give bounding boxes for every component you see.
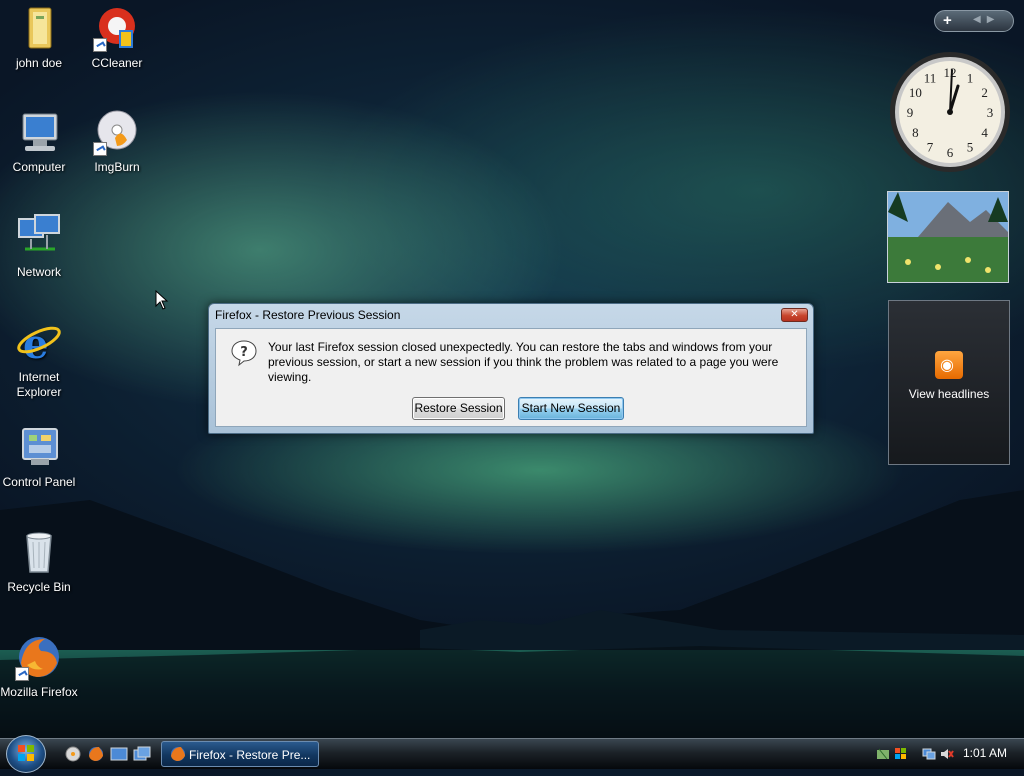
desktop-icon-label: ImgBurn: [94, 160, 140, 174]
desktop-icon-label: Control Panel: [2, 475, 76, 489]
desktop-icon-recycle-bin[interactable]: Recycle Bin: [0, 528, 78, 595]
view-headlines-label[interactable]: View headlines: [889, 387, 1009, 401]
sidebar-controls: + ◀▶: [934, 10, 1014, 32]
network-status-icon[interactable]: [922, 747, 936, 761]
clock-number: 12: [944, 65, 957, 80]
clock-number: 6: [947, 145, 954, 160]
computer-icon: [15, 108, 63, 156]
slideshow-gadget[interactable]: [887, 191, 1009, 283]
restore-session-dialog: Firefox - Restore Previous Session ✕ ? Y…: [208, 303, 814, 434]
shortcut-arrow-icon: [93, 38, 107, 52]
desktop-icon-label: Internet Explorer: [16, 370, 62, 399]
user-folder-icon: [15, 4, 63, 52]
desktop-icon-ccleaner[interactable]: CCleaner: [78, 4, 156, 71]
quicklaunch-switch-windows-icon[interactable]: [133, 745, 151, 763]
slideshow-image: [888, 192, 1008, 282]
desktop-icon-control-panel[interactable]: Control Panel: [0, 423, 78, 490]
quicklaunch-show-desktop-icon[interactable]: [110, 745, 128, 763]
desktop-icon-network[interactable]: Network: [0, 213, 78, 280]
mouse-cursor-icon: [155, 290, 169, 310]
windows-logo-icon: [18, 745, 34, 761]
start-new-session-button[interactable]: Start New Session: [518, 397, 624, 420]
desktop-icon-label: john doe: [15, 56, 63, 70]
clock-number: 11: [924, 70, 937, 85]
network-icon: [15, 213, 63, 261]
quicklaunch-media-icon[interactable]: [64, 745, 82, 763]
close-button[interactable]: ✕: [781, 308, 808, 322]
clock-number: 7: [927, 140, 934, 155]
clock-number: 1: [967, 70, 974, 85]
rss-icon: ◉: [935, 351, 963, 379]
system-tray: 1:01 AM: [870, 739, 1024, 769]
desktop-icon-firefox[interactable]: Mozilla Firefox: [0, 633, 78, 700]
dialog-titlebar[interactable]: Firefox - Restore Previous Session ✕: [209, 304, 813, 326]
imgburn-icon: [93, 108, 141, 156]
shortcut-arrow-icon: [93, 142, 107, 156]
clock-number: 8: [912, 125, 919, 140]
clock-gadget[interactable]: 12 12 3 45678 9 1011: [888, 50, 1012, 174]
desktop-icon-label: CCleaner: [91, 56, 143, 70]
clock-number: 10: [909, 85, 922, 100]
restore-session-button[interactable]: Restore Session: [412, 397, 505, 420]
security-center-icon[interactable]: [894, 747, 908, 761]
clock-number: 2: [981, 85, 988, 100]
internet-explorer-icon: e: [15, 318, 63, 368]
safely-remove-hardware-icon[interactable]: [876, 747, 890, 761]
svg-text:e: e: [23, 321, 48, 366]
taskbar-clock[interactable]: 1:01 AM: [963, 746, 1007, 760]
wallpaper-landscape: [0, 490, 1024, 740]
question-icon: ?: [231, 340, 257, 367]
add-gadget-button[interactable]: +: [943, 12, 952, 29]
clock-number: 4: [981, 125, 988, 140]
taskbar-button-firefox[interactable]: Firefox - Restore Pre...: [161, 741, 319, 767]
dialog-message: Your last Firefox session closed unexpec…: [268, 340, 779, 384]
svg-text:?: ?: [240, 345, 248, 360]
desktop-icon-label: Recycle Bin: [7, 580, 71, 594]
firefox-icon: [171, 747, 185, 761]
control-panel-icon: [15, 423, 63, 471]
desktop-icon-imgburn[interactable]: ImgBurn: [78, 108, 156, 175]
desktop-icon-internet-explorer[interactable]: e Internet Explorer: [0, 318, 78, 400]
dialog-title: Firefox - Restore Previous Session: [215, 308, 401, 322]
desktop-icon-label: Mozilla Firefox: [0, 685, 78, 699]
clock-number: 3: [987, 105, 994, 120]
start-button[interactable]: [6, 735, 46, 773]
recycle-bin-icon: [15, 528, 63, 576]
desktop-icon-john-doe[interactable]: john doe: [0, 4, 78, 71]
desktop-icon-label: Computer: [12, 160, 66, 174]
firefox-icon: [15, 633, 63, 681]
quicklaunch-firefox-icon[interactable]: [87, 745, 105, 763]
taskbar-button-label: Firefox - Restore Pre...: [189, 748, 311, 762]
ccleaner-icon: [93, 4, 141, 52]
clock-number: 9: [907, 105, 914, 120]
feed-headlines-gadget[interactable]: ◉ View headlines: [888, 300, 1010, 465]
volume-muted-icon[interactable]: [940, 747, 954, 761]
taskbar: Firefox - Restore Pre... 1:01 AM: [0, 735, 1024, 773]
dialog-body: ? Your last Firefox session closed unexp…: [215, 328, 807, 427]
desktop-icon-computer[interactable]: Computer: [0, 108, 78, 175]
desktop-icon-label: Network: [16, 265, 61, 279]
sidebar-nav-arrows-icon[interactable]: ◀▶: [973, 14, 1000, 25]
clock-number: 5: [967, 140, 974, 155]
shortcut-arrow-icon: [15, 667, 29, 681]
